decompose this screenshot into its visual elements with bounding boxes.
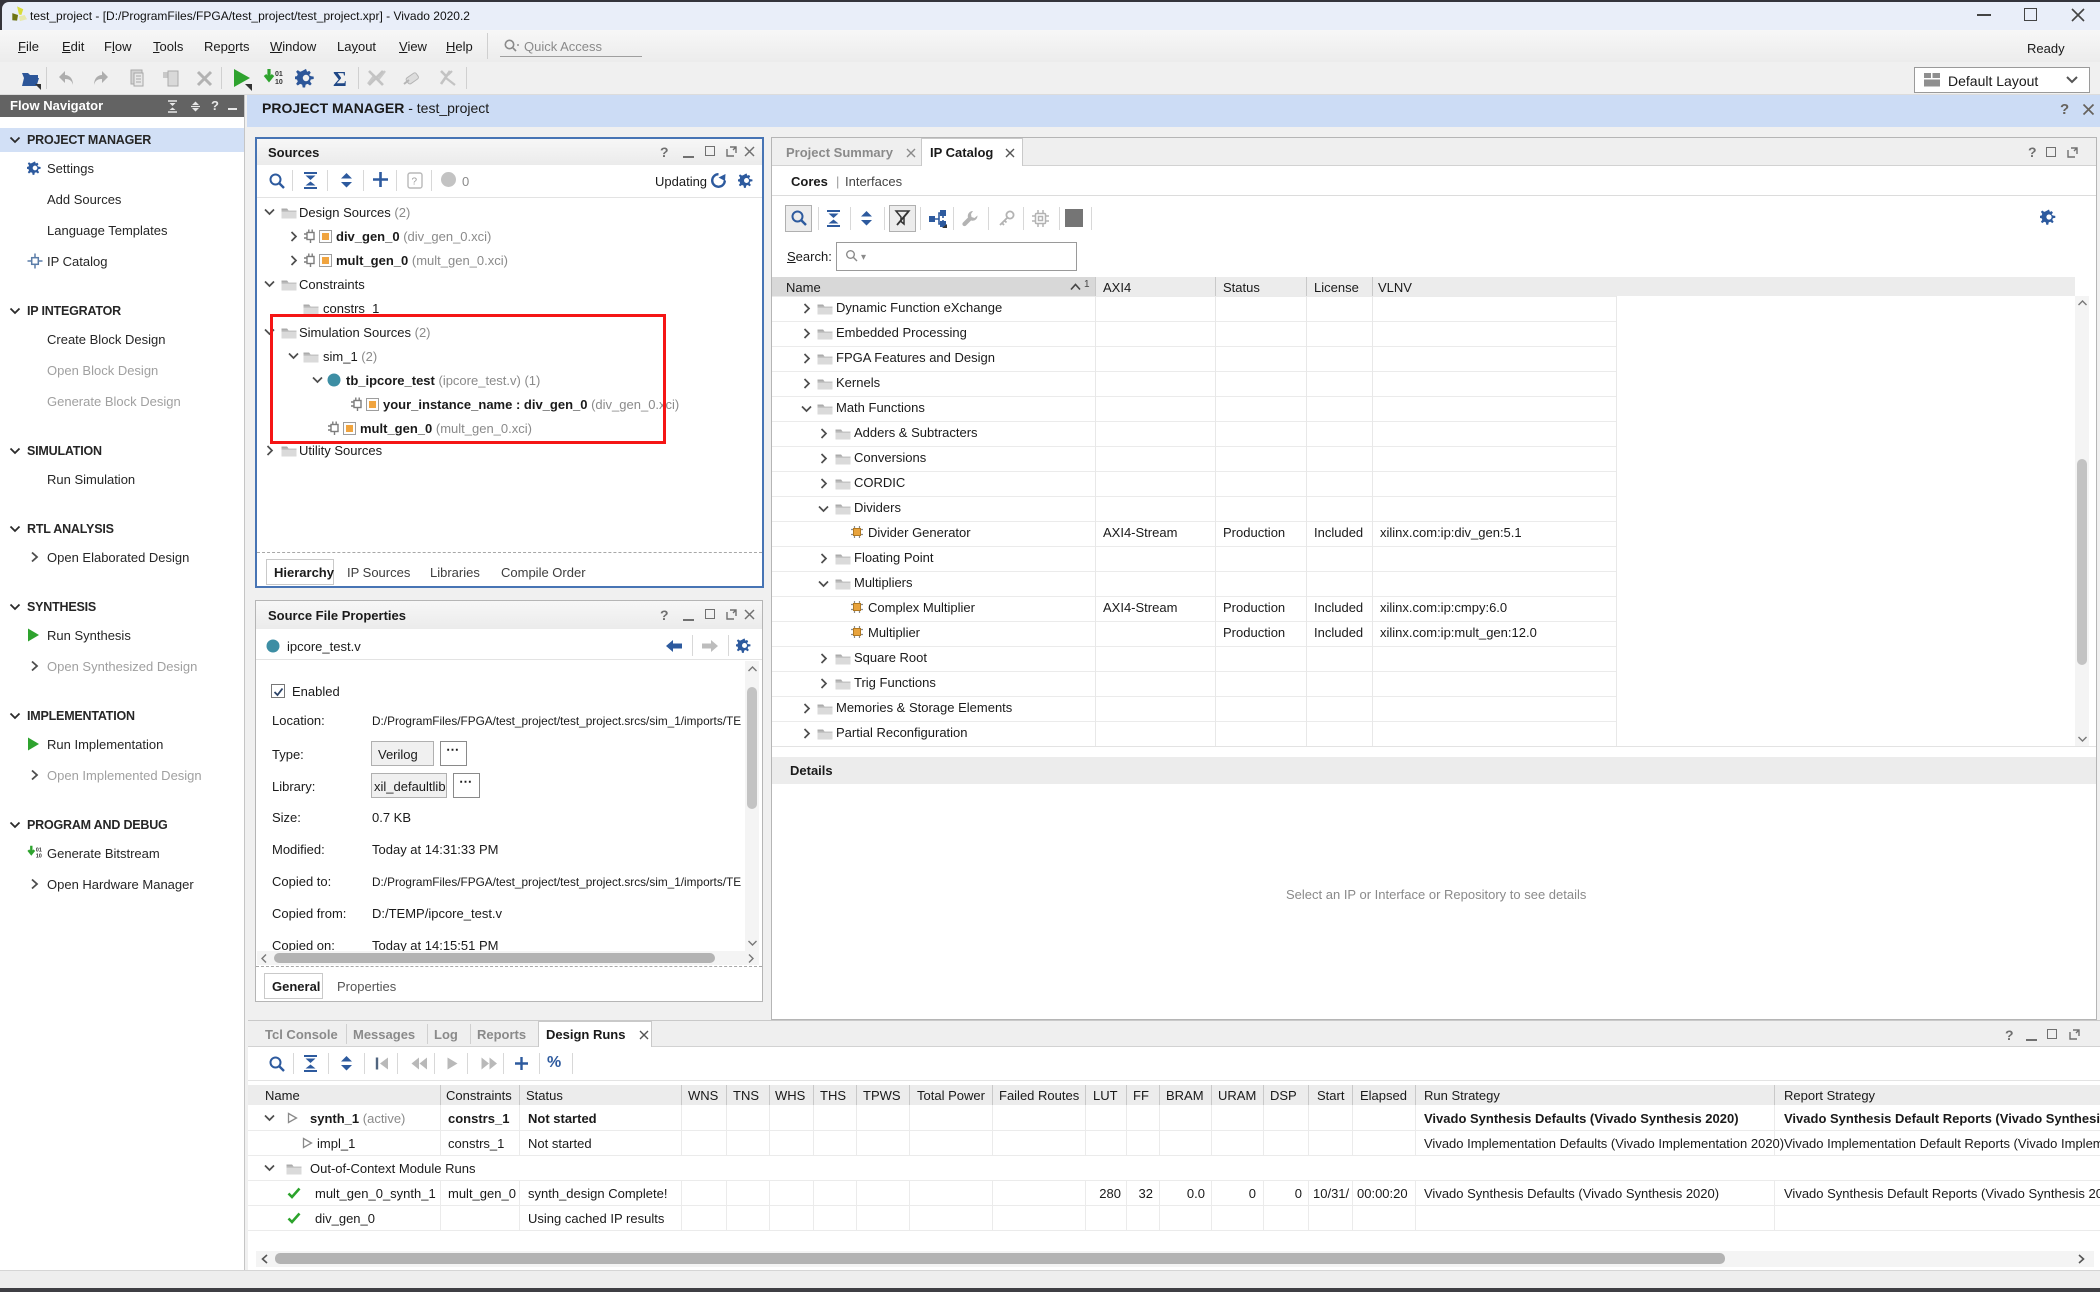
svg-text:?: ? <box>412 177 418 188</box>
svg-text:10: 10 <box>36 854 42 860</box>
svg-text:10: 10 <box>275 79 283 86</box>
svg-text:01: 01 <box>275 71 283 78</box>
svg-text:Σ: Σ <box>333 68 347 89</box>
svg-text:01: 01 <box>36 848 42 854</box>
